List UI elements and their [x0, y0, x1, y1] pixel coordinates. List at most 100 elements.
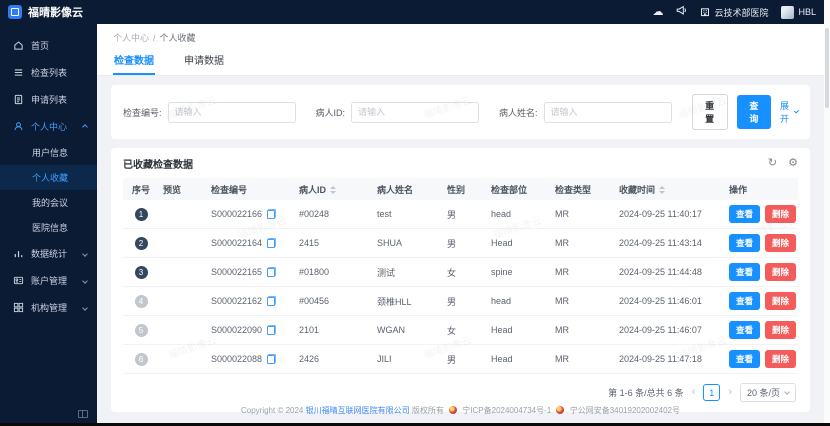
refresh-icon[interactable]: ↻ — [768, 158, 777, 169]
patient-id: 2101 — [299, 325, 320, 335]
gender: 男 — [447, 209, 457, 220]
sidebar-item-statistics[interactable]: 数据统计 — [0, 240, 97, 267]
username: HBL — [798, 7, 816, 17]
page-size-select[interactable]: 20 条/页 — [739, 383, 796, 402]
row-index-badge: 1 — [134, 207, 148, 221]
col-patient-id: 病人ID — [295, 183, 373, 196]
delete-button[interactable]: 删除 — [765, 292, 797, 310]
icp-number: 宁ICP备2024004734号-1 — [462, 406, 552, 415]
brand: 福晴影像云 — [8, 4, 83, 20]
col-fav-time: 收藏时间 — [615, 183, 725, 196]
sidebar-subitem-meetings[interactable]: 我的会议 — [0, 190, 97, 215]
copy-icon[interactable] — [267, 267, 277, 277]
next-page-button[interactable]: › — [728, 387, 732, 398]
body-part: spine — [491, 267, 513, 277]
exam-type: MR — [555, 267, 569, 277]
sidebar: 首页 检查列表 申请列表 个人中心 用户信息 个人收藏 我的会议 医院信息 数据… — [0, 24, 97, 423]
copy-icon[interactable] — [267, 209, 277, 219]
table-row: 4 S000022162 #00456 颈椎HLL 男 head MR 2024… — [123, 287, 798, 316]
reset-button[interactable]: 重 置 — [691, 94, 728, 130]
patient-name: SHUA — [377, 238, 403, 248]
delete-button[interactable]: 删除 — [765, 205, 797, 223]
list-icon — [14, 69, 23, 76]
view-button[interactable]: 查看 — [729, 292, 761, 310]
tab-exam-data[interactable]: 检查数据 — [113, 50, 155, 75]
sidebar-subitem-hospital-info[interactable]: 医院信息 — [0, 215, 97, 240]
view-button[interactable]: 查看 — [729, 321, 761, 339]
sidebar-item-home[interactable]: 首页 — [0, 32, 97, 59]
exam-type: MR — [555, 238, 569, 248]
patient-name: WGAN — [377, 325, 405, 335]
page-header: 个人中心 / 个人收藏 检查数据 申请数据 — [97, 24, 824, 76]
body-part: Head — [491, 238, 513, 248]
patient-id: #01800 — [299, 267, 330, 277]
avatar — [781, 5, 795, 19]
breadcrumb-parent[interactable]: 个人中心 — [113, 33, 149, 43]
sidebar-item-account-mgmt[interactable]: 账户管理 — [0, 267, 97, 294]
sort-patient-id[interactable] — [330, 186, 337, 194]
exam-type: MR — [555, 296, 569, 306]
delete-button[interactable]: 删除 — [765, 321, 797, 339]
patient-id: #00456 — [299, 296, 330, 306]
chevron-down-icon — [794, 108, 800, 114]
exam-no: S000022166 — [211, 209, 263, 219]
delete-button[interactable]: 删除 — [765, 263, 797, 281]
settings-gear-icon[interactable]: ⚙ — [788, 158, 798, 169]
chevron-down-icon — [784, 388, 790, 395]
hospital-switcher[interactable]: 云技术部医院 — [700, 6, 768, 19]
favorite-time: 2024-09-25 11:44:48 — [619, 267, 702, 277]
window-scrollbar[interactable] — [824, 0, 830, 423]
copy-icon[interactable] — [267, 354, 277, 364]
row-index-badge: 4 — [134, 294, 148, 308]
sidebar-item-org-mgmt[interactable]: 机构管理 — [0, 294, 97, 321]
sidebar-subitem-favorites[interactable]: 个人收藏 — [0, 165, 97, 190]
cloud-upload-icon[interactable]: ☁ — [652, 6, 663, 18]
row-index-badge: 2 — [134, 236, 148, 250]
topbar-right: ☁ 云技术部医院 HBL — [652, 5, 816, 19]
search-button[interactable]: 查 询 — [736, 95, 771, 129]
sidebar-subitem-user-info[interactable]: 用户信息 — [0, 140, 97, 165]
sidebar-item-exam-list[interactable]: 检查列表 — [0, 59, 97, 86]
pagination-total: 第 1-6 条/总共 6 条 — [608, 388, 684, 398]
chevron-down-icon — [82, 304, 88, 311]
filter-patient-name: 病人姓名: — [499, 101, 672, 123]
patient-id-input[interactable] — [351, 101, 480, 123]
copy-icon[interactable] — [267, 325, 277, 335]
home-icon — [14, 41, 23, 50]
document-icon — [14, 94, 23, 105]
view-button[interactable]: 查看 — [729, 350, 761, 368]
user-menu[interactable]: HBL — [781, 5, 816, 19]
delete-button[interactable]: 删除 — [765, 350, 797, 368]
prev-page-button[interactable]: ‹ — [692, 387, 696, 398]
table-body: 1 S000022166 #00248 test 男 head MR 2024-… — [123, 200, 798, 374]
exam-no: S000022090 — [211, 325, 263, 335]
tab-apply-data[interactable]: 申请数据 — [183, 50, 225, 75]
body-part: Head — [491, 325, 513, 335]
favorite-time: 2024-09-25 11:40:17 — [619, 209, 702, 219]
patient-name: test — [377, 209, 392, 219]
company-link[interactable]: 银川福晴互联网医院有限公司 — [306, 406, 410, 415]
page-number-button[interactable]: 1 — [703, 384, 721, 401]
chevron-down-icon — [82, 277, 88, 284]
sidebar-collapse-button[interactable] — [78, 410, 88, 418]
delete-button[interactable]: 删除 — [765, 234, 797, 252]
view-button[interactable]: 查看 — [729, 234, 761, 252]
table-row: 3 S000022165 #01800 测试 女 spine MR 2024-0… — [123, 258, 798, 287]
exam-no-input[interactable] — [167, 101, 296, 123]
table-row: 2 S000022164 2415 SHUA 男 Head MR 2024-09… — [123, 229, 798, 258]
view-button[interactable]: 查看 — [729, 263, 761, 281]
copy-icon[interactable] — [267, 296, 277, 306]
expand-filters-link[interactable]: 展开 — [780, 99, 800, 125]
breadcrumb-current: 个人收藏 — [159, 33, 196, 43]
copy-icon[interactable] — [267, 238, 277, 248]
account-icon — [13, 276, 24, 285]
sidebar-item-apply-list[interactable]: 申请列表 — [0, 86, 97, 113]
megaphone-icon[interactable] — [676, 5, 687, 19]
chart-icon — [14, 251, 23, 258]
main-content: 福晴影像云福晴影像云福晴影像云福晴影像云福晴影像云福晴影像云福晴影像云福晴影像云… — [97, 24, 824, 423]
sort-fav-time[interactable] — [659, 186, 666, 194]
sidebar-item-personal-center[interactable]: 个人中心 — [0, 113, 97, 140]
view-button[interactable]: 查看 — [729, 205, 761, 223]
patient-name-input[interactable] — [543, 101, 672, 123]
gender: 男 — [447, 238, 457, 249]
